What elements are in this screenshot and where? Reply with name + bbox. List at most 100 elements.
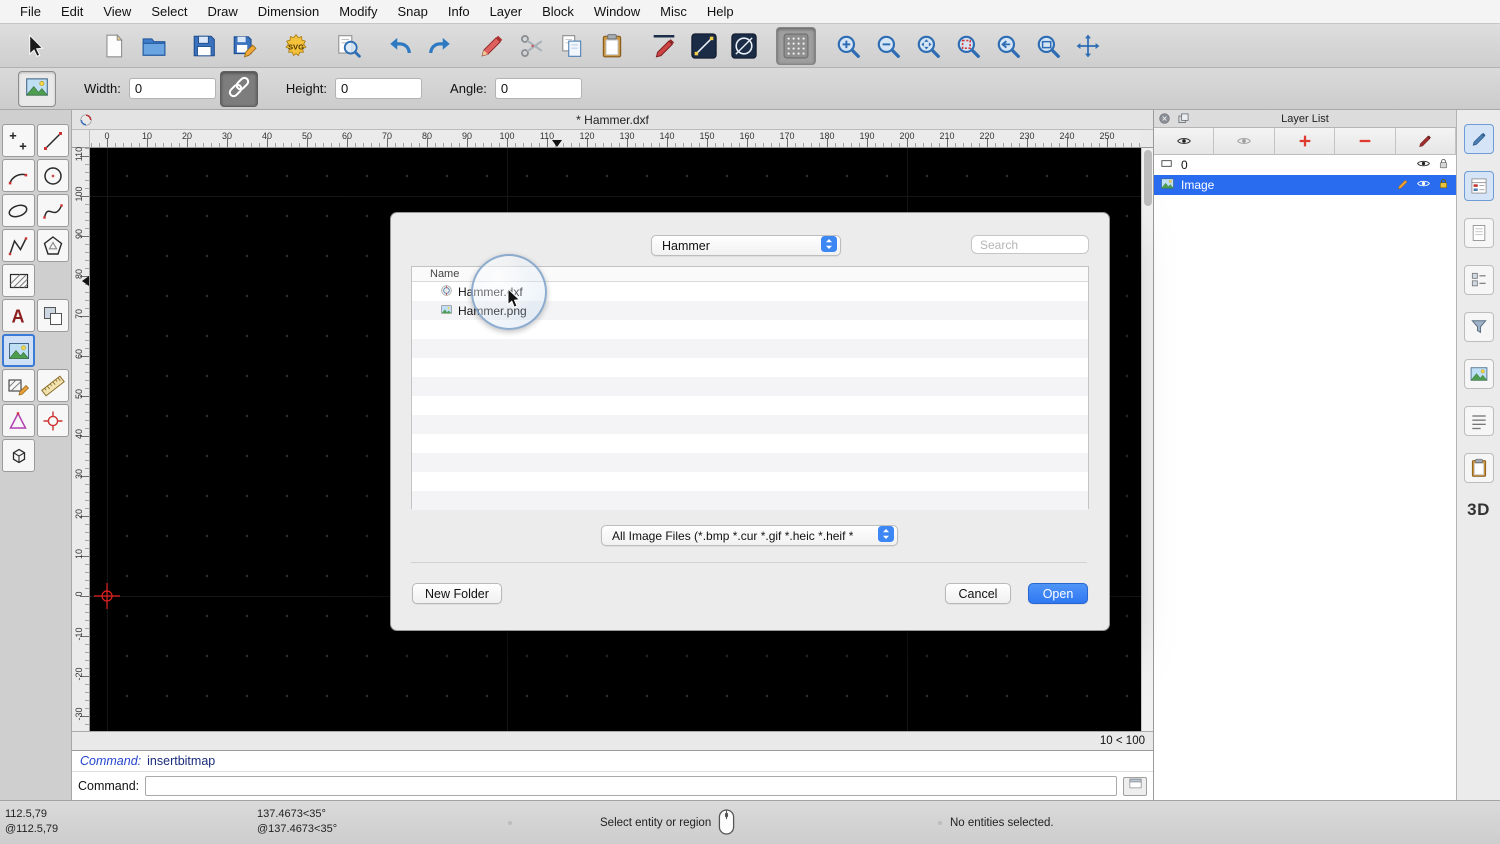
point-tool-button[interactable] — [2, 124, 35, 157]
height-input[interactable] — [335, 78, 422, 99]
new-file-button[interactable] — [94, 27, 134, 65]
float-panel-icon[interactable] — [1177, 112, 1190, 128]
angle-input[interactable] — [495, 78, 582, 99]
hatch-tool-button[interactable] — [2, 264, 35, 297]
draw-order-tool-button[interactable] — [37, 299, 70, 332]
location-dropdown[interactable]: Hammer — [651, 235, 841, 256]
menu-item-draw[interactable]: Draw — [197, 0, 247, 24]
layer-lock-icon[interactable] — [1437, 177, 1450, 193]
edit-layer-icon[interactable] — [1396, 177, 1410, 194]
file-type-dropdown[interactable]: All Image Files (*.bmp *.cur *.gif *.hei… — [601, 525, 898, 546]
edit-pen-button[interactable] — [472, 27, 512, 65]
command-options-button[interactable] — [1123, 777, 1147, 796]
menu-item-misc[interactable]: Misc — [650, 0, 697, 24]
menu-item-edit[interactable]: Edit — [51, 0, 93, 24]
insert-image-active-tool[interactable] — [18, 71, 56, 107]
menu-item-block[interactable]: Block — [532, 0, 584, 24]
view-list-panel-button[interactable] — [1464, 265, 1494, 295]
layer-row[interactable]: 0 — [1154, 155, 1456, 175]
select-cursor-button[interactable] — [14, 27, 54, 65]
zoom-out-button[interactable] — [868, 27, 908, 65]
image-tool-button[interactable] — [2, 334, 35, 367]
redo-button[interactable] — [420, 27, 460, 65]
menu-item-layer[interactable]: Layer — [480, 0, 533, 24]
block-list-panel-button[interactable] — [1464, 218, 1494, 248]
v-ruler-label: 100 — [74, 181, 84, 207]
undo-icon — [387, 33, 413, 59]
spline-tool-button[interactable] — [37, 194, 70, 227]
file-row-empty — [412, 377, 1088, 396]
vertical-scrollbar[interactable] — [1141, 148, 1153, 731]
vertical-scrollbar-thumb[interactable] — [1144, 150, 1152, 206]
svgbadge-icon: SVG — [283, 33, 309, 59]
line-dark-button[interactable] — [684, 27, 724, 65]
draw-pen-button[interactable] — [644, 27, 684, 65]
close-panel-icon[interactable] — [1158, 112, 1171, 128]
menu-item-file[interactable]: File — [10, 0, 51, 24]
shape-tool-button[interactable] — [37, 229, 70, 262]
solid-tool-button[interactable] — [2, 439, 35, 472]
grid-toggle-button[interactable] — [776, 27, 816, 65]
menu-item-dimension[interactable]: Dimension — [248, 0, 329, 24]
menu-item-window[interactable]: Window — [584, 0, 650, 24]
show-all-layers-button[interactable] — [1154, 128, 1214, 154]
menu-item-view[interactable]: View — [93, 0, 141, 24]
open-file-button[interactable] — [134, 27, 174, 65]
polyline-tool-button[interactable] — [2, 229, 35, 262]
pan-zoom-button[interactable] — [1068, 27, 1108, 65]
layer-lock-icon[interactable] — [1437, 157, 1450, 173]
maintain-aspect-ratio-button[interactable] — [220, 71, 258, 107]
modify-tool-button[interactable] — [2, 404, 35, 437]
save-as-button[interactable] — [224, 27, 264, 65]
show-active-layer-button[interactable] — [1214, 128, 1274, 154]
ellipse-tool-button[interactable] — [2, 194, 35, 227]
layer-visible-icon[interactable] — [1416, 176, 1431, 194]
print-preview-button[interactable] — [328, 27, 368, 65]
layer-row[interactable]: Image — [1154, 175, 1456, 195]
menu-item-help[interactable]: Help — [697, 0, 744, 24]
property-editor-panel-button[interactable] — [1464, 124, 1494, 154]
new-folder-button[interactable]: New Folder — [412, 583, 502, 604]
library-browser-panel-button[interactable] — [1464, 359, 1494, 389]
add-layer-button[interactable] — [1275, 128, 1335, 154]
undo-button[interactable] — [380, 27, 420, 65]
layer-list-panel-button[interactable] — [1464, 171, 1494, 201]
selection-filter-panel-button[interactable] — [1464, 312, 1494, 342]
layer-panel-title-bar[interactable]: Layer List — [1154, 110, 1456, 128]
remove-layer-button[interactable] — [1335, 128, 1395, 154]
3d-view-label[interactable]: 3D — [1467, 500, 1490, 520]
open-button[interactable]: Open — [1028, 583, 1088, 604]
command-history-panel-button[interactable] — [1464, 406, 1494, 436]
zoom-selection-button[interactable] — [948, 27, 988, 65]
search-input[interactable] — [971, 235, 1089, 254]
document-title-bar[interactable]: * Hammer.dxf — [72, 110, 1153, 130]
text-tool-button[interactable]: A — [2, 299, 35, 332]
cancel-button[interactable]: Cancel — [945, 583, 1011, 604]
layer-visible-icon[interactable] — [1416, 156, 1431, 174]
hatch-edit-tool-button[interactable] — [2, 369, 35, 402]
cut-button[interactable] — [512, 27, 552, 65]
menu-item-snap[interactable]: Snap — [388, 0, 438, 24]
arc-tool-button[interactable] — [2, 159, 35, 192]
clipboard-panel-button[interactable] — [1464, 453, 1494, 483]
command-input[interactable] — [145, 776, 1117, 796]
width-input[interactable] — [129, 78, 216, 99]
zoom-in-button[interactable] — [828, 27, 868, 65]
previous-view-button[interactable] — [988, 27, 1028, 65]
zoom-window-button[interactable] — [1028, 27, 1068, 65]
copy-button[interactable] — [552, 27, 592, 65]
svg-export-button[interactable]: SVG — [276, 27, 316, 65]
edit-layer-button[interactable] — [1396, 128, 1456, 154]
menu-item-modify[interactable]: Modify — [329, 0, 387, 24]
save-file-button[interactable] — [184, 27, 224, 65]
auto-zoom-button[interactable] — [908, 27, 948, 65]
circle-tool-button[interactable] — [37, 159, 70, 192]
layer-list-panel: Layer List 0Image — [1153, 110, 1456, 800]
measure-tool-button[interactable] — [37, 369, 70, 402]
paste-button[interactable] — [592, 27, 632, 65]
snap-tool-button[interactable] — [37, 404, 70, 437]
menu-item-select[interactable]: Select — [141, 0, 197, 24]
line-tool-button[interactable] — [37, 124, 70, 157]
menu-item-info[interactable]: Info — [438, 0, 480, 24]
ellipse-dark-button[interactable] — [724, 27, 764, 65]
